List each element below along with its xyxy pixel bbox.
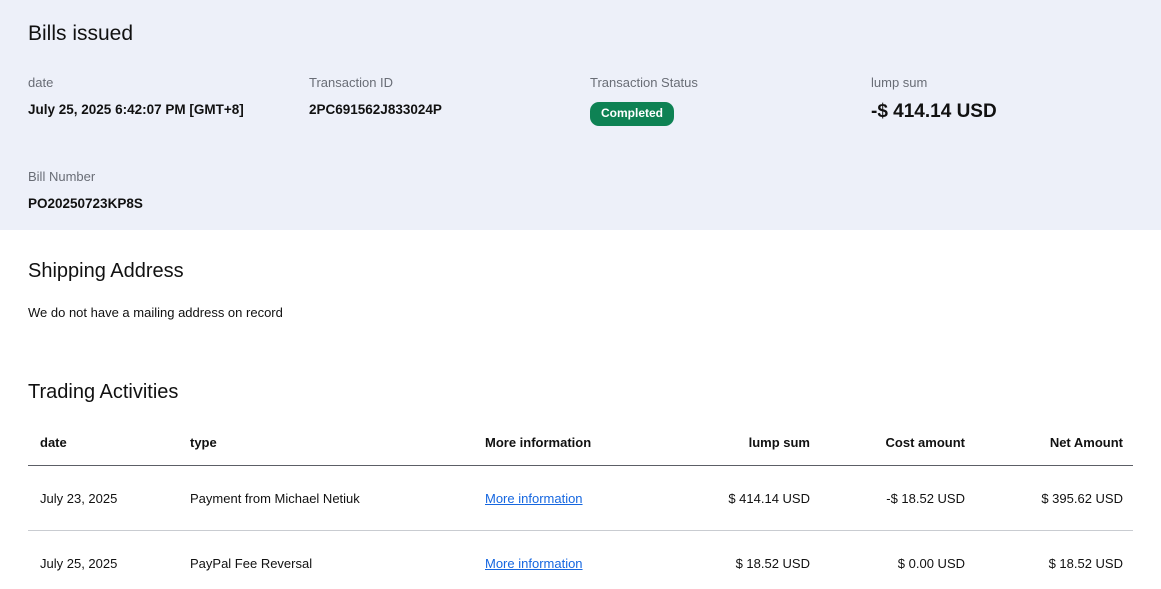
cell-net-amount: $ 18.52 USD: [977, 530, 1133, 589]
field-transaction-status: Transaction Status Completed: [590, 75, 871, 126]
cell-cost-amount: -$ 18.52 USD: [822, 465, 977, 531]
table-row: July 23, 2025 Payment from Michael Netiu…: [28, 465, 1133, 531]
shipping-address-section: Shipping Address We do not have a mailin…: [0, 230, 1161, 320]
cell-date: July 25, 2025: [28, 530, 178, 589]
cell-cost-amount: $ 0.00 USD: [822, 530, 977, 589]
field-bill-number-label: Bill Number: [28, 168, 96, 184]
shipping-address-title: Shipping Address: [28, 260, 184, 282]
field-transaction-id-value: 2PC691562J833024P: [309, 101, 442, 117]
trading-activities-table: date type More information lump sum Cost…: [28, 435, 1133, 589]
field-bill-number: Bill Number PO20250723KP8S: [28, 169, 1133, 212]
field-date: date July 25, 2025 6:42:07 PM [GMT+8]: [28, 75, 309, 126]
field-date-label: date: [28, 75, 54, 91]
cell-lump-sum: $ 18.52 USD: [663, 530, 822, 589]
page-title: Bills issued: [28, 22, 134, 45]
column-header-more-information: More information: [473, 435, 663, 466]
cell-date: July 23, 2025: [28, 465, 178, 531]
shipping-address-message: We do not have a mailing address on reco…: [28, 305, 283, 320]
more-information-link[interactable]: More information: [485, 491, 583, 506]
column-header-cost-amount: Cost amount: [822, 435, 977, 466]
status-badge: Completed: [590, 101, 675, 126]
cell-lump-sum: $ 414.14 USD: [663, 465, 822, 531]
cell-type: PayPal Fee Reversal: [178, 530, 473, 589]
table-row: July 25, 2025 PayPal Fee Reversal More i…: [28, 530, 1133, 589]
field-lump-sum-value: -$ 414.14 USD: [871, 100, 997, 122]
field-transaction-status-label: Transaction Status: [590, 75, 698, 91]
field-lump-sum-label: lump sum: [871, 75, 928, 91]
trading-activities-title: Trading Activities: [28, 381, 179, 403]
transaction-summary-panel: Bills issued date July 25, 2025 6:42:07 …: [0, 0, 1161, 230]
column-header-date: date: [28, 435, 178, 466]
more-information-link[interactable]: More information: [485, 556, 583, 571]
cell-type: Payment from Michael Netiuk: [178, 465, 473, 531]
summary-field-grid: date July 25, 2025 6:42:07 PM [GMT+8] Tr…: [28, 75, 1133, 126]
trading-activities-section: Trading Activities date type More inform…: [0, 380, 1161, 589]
column-header-type: type: [178, 435, 473, 466]
column-header-lump-sum: lump sum: [663, 435, 822, 466]
column-header-net-amount: Net Amount: [977, 435, 1133, 466]
field-transaction-id: Transaction ID 2PC691562J833024P: [309, 75, 590, 126]
cell-net-amount: $ 395.62 USD: [977, 465, 1133, 531]
field-bill-number-value: PO20250723KP8S: [28, 195, 143, 211]
field-lump-sum: lump sum -$ 414.14 USD: [871, 75, 1152, 126]
field-transaction-id-label: Transaction ID: [309, 75, 394, 91]
table-header-row: date type More information lump sum Cost…: [28, 435, 1133, 466]
field-date-value: July 25, 2025 6:42:07 PM [GMT+8]: [28, 101, 244, 117]
